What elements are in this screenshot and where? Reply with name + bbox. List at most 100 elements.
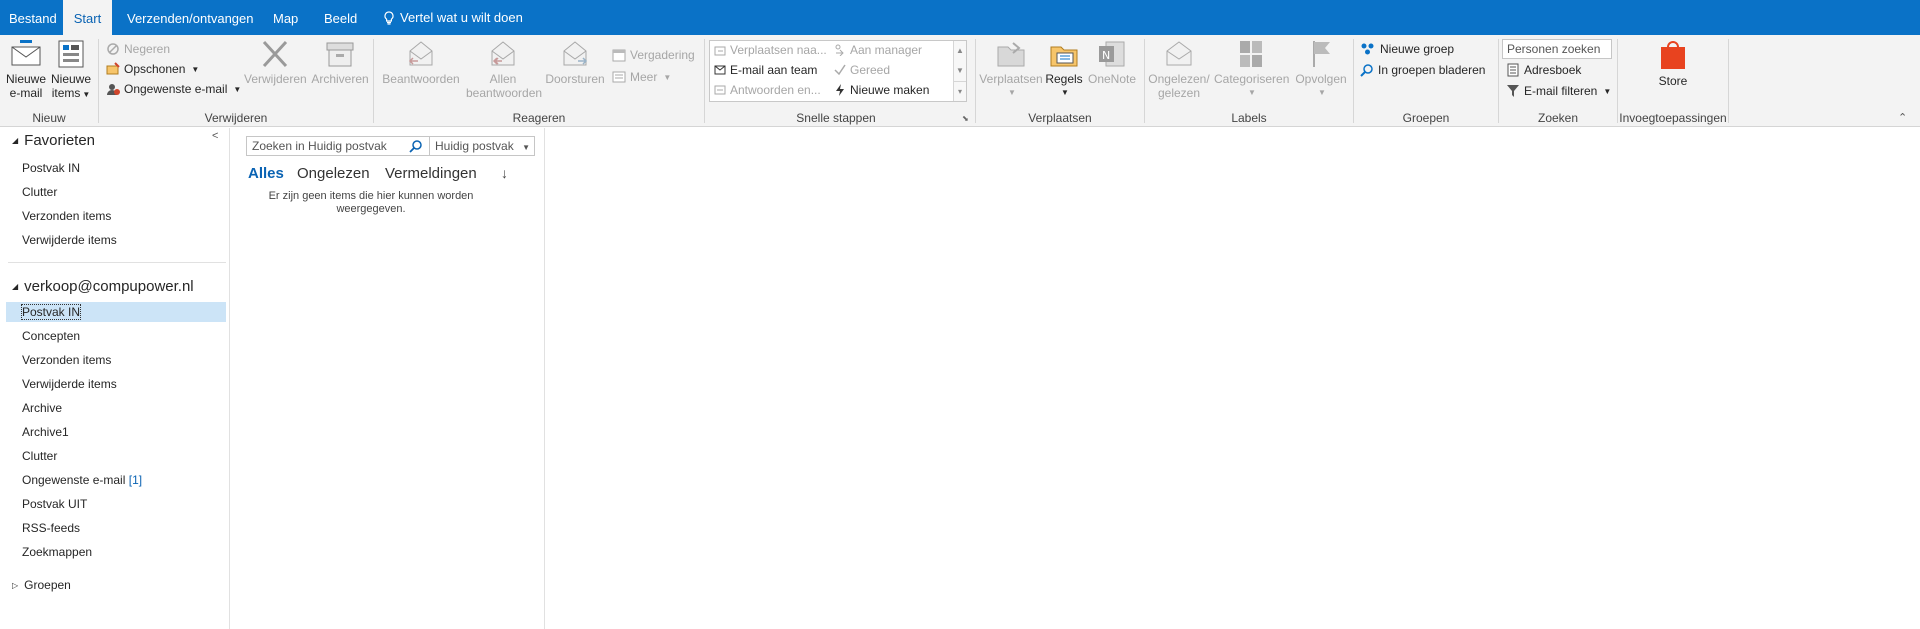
address-book-label: Adresboek xyxy=(1524,63,1582,77)
folder-item-verwijderd[interactable]: Verwijderde items xyxy=(22,374,117,394)
search-scope-value: Huidig postvak xyxy=(435,139,514,153)
group-label-invoegtoepassingen: Invoegtoepassingen xyxy=(1619,111,1727,125)
favorite-item-verwijderd[interactable]: Verwijderde items xyxy=(22,230,117,250)
quick-step-email-team[interactable]: E-mail aan team xyxy=(714,63,817,77)
archive-button[interactable]: Archiveren xyxy=(309,35,371,86)
sort-arrow-icon[interactable]: ↓ xyxy=(501,165,508,181)
filter-tab-all[interactable]: Alles xyxy=(248,165,284,182)
folder-item-archive1[interactable]: Archive1 xyxy=(22,422,69,442)
unread-count-badge: [1] xyxy=(128,473,143,487)
rules-dropdown-icon: ▼ xyxy=(1061,88,1069,97)
filter-tab-unread[interactable]: Ongelezen xyxy=(297,165,370,182)
ignore-button[interactable]: Negeren xyxy=(106,40,170,58)
tab-map[interactable]: Map xyxy=(264,0,307,35)
delete-x-icon xyxy=(262,40,288,68)
folder-item-archive[interactable]: Archive xyxy=(22,398,62,418)
folder-item-postvak-uit[interactable]: Postvak UIT xyxy=(22,494,87,514)
junk-label: Ongewenste e-mail xyxy=(124,82,228,96)
groups-header[interactable]: ▷ Groepen xyxy=(12,578,71,592)
quick-step-create-new[interactable]: Nieuwe maken xyxy=(834,83,929,97)
folder-item-zoekmappen[interactable]: Zoekmappen xyxy=(22,542,92,562)
quick-step-reply-delete[interactable]: Antwoorden en... xyxy=(714,83,821,97)
quick-steps-scroll[interactable]: ▲ ▼ ▾ xyxy=(953,41,966,101)
quick-step-to-manager[interactable]: Aan manager xyxy=(834,43,922,57)
favorites-header[interactable]: ◢ Favorieten xyxy=(12,132,95,149)
quick-step-label: Gereed xyxy=(850,63,891,77)
ignore-label: Negeren xyxy=(124,42,171,56)
account-header[interactable]: ◢ verkoop@compupower.nl xyxy=(12,278,194,295)
unread-read-label-1: Ongelezen/ xyxy=(1148,72,1210,86)
ribbon: Nieuwe e-mail Nieuwe items ▼ Nieuw Negere… xyxy=(0,35,1920,127)
tab-bestand[interactable]: Bestand xyxy=(0,0,66,35)
browse-groups-icon xyxy=(1360,64,1373,77)
scroll-up-icon[interactable]: ▲ xyxy=(954,41,966,61)
onenote-label: OneNote xyxy=(1087,72,1137,86)
dialog-launcher-icon[interactable]: ⬊ xyxy=(962,114,969,123)
forward-button[interactable]: Doorsturen xyxy=(542,35,608,86)
archive-icon xyxy=(326,42,354,67)
mailbox-search-input[interactable]: Zoeken in Huidig postvak xyxy=(246,136,430,156)
nav-divider xyxy=(8,262,226,263)
calendar-icon xyxy=(612,49,626,62)
filter-tab-mentions[interactable]: Vermeldingen xyxy=(385,165,477,182)
onenote-button[interactable]: N OneNote xyxy=(1084,35,1140,86)
junk-button[interactable]: Ongewenste e-mail ▼ xyxy=(106,80,241,98)
search-scope-dropdown[interactable]: Huidig postvak ▼ xyxy=(429,136,535,156)
store-label: Store xyxy=(1658,74,1688,88)
tell-me-search[interactable]: Vertel wat u wilt doen xyxy=(374,0,532,35)
filter-email-button[interactable]: E-mail filteren ▼ xyxy=(1506,82,1611,100)
quick-step-label: E-mail aan team xyxy=(730,63,818,77)
tab-beeld[interactable]: Beeld xyxy=(315,0,366,35)
new-email-button[interactable]: Nieuwe e-mail xyxy=(4,35,48,100)
new-email-label-2: e-mail xyxy=(9,86,43,100)
folder-item-clutter[interactable]: Clutter xyxy=(22,446,57,466)
rules-button[interactable]: Regels ▼ xyxy=(1044,35,1084,100)
more-quick-steps-icon[interactable]: ▾ xyxy=(954,81,966,101)
move-button[interactable]: Verplaatsen ▼ xyxy=(978,35,1044,100)
meeting-button[interactable]: Vergadering xyxy=(612,46,695,64)
new-email-label-1: Nieuwe xyxy=(5,72,47,86)
delete-button[interactable]: Verwijderen xyxy=(244,35,307,86)
collapse-ribbon-icon[interactable]: ⌃ xyxy=(1898,111,1907,124)
tab-start[interactable]: Start xyxy=(63,0,112,35)
new-group-button[interactable]: Nieuwe groep xyxy=(1360,40,1454,58)
reply-button[interactable]: Beantwoorden xyxy=(380,35,462,86)
unread-read-button[interactable]: Ongelezen/ gelezen xyxy=(1146,35,1212,100)
favorite-item-verzonden[interactable]: Verzonden items xyxy=(22,206,111,226)
folder-item-ongewenst[interactable]: Ongewenste e-mail [1] xyxy=(22,470,142,490)
more-button[interactable]: Meer ▼ xyxy=(612,68,671,86)
search-icon[interactable] xyxy=(409,139,423,153)
cleanup-button[interactable]: Opschonen ▼ xyxy=(106,60,199,78)
favorite-item-postvak-in[interactable]: Postvak IN xyxy=(22,158,80,178)
reply-delete-icon xyxy=(714,85,726,95)
quick-step-label: Antwoorden en... xyxy=(730,83,821,97)
folder-item-verzonden[interactable]: Verzonden items xyxy=(22,350,111,370)
browse-groups-button[interactable]: In groepen bladeren xyxy=(1360,61,1485,79)
folder-item-rss-feeds[interactable]: RSS-feeds xyxy=(22,518,80,538)
new-items-label-2: items ▼ xyxy=(51,86,91,100)
reply-all-button[interactable]: Allen beantwoorden xyxy=(466,35,542,100)
flag-icon xyxy=(1313,41,1330,67)
address-book-button[interactable]: Adresboek xyxy=(1506,61,1581,79)
reply-all-icon xyxy=(491,41,515,66)
reply-all-label-1: Allen xyxy=(489,72,517,86)
group-label-groepen: Groepen xyxy=(1402,111,1450,125)
message-list-pane: Zoeken in Huidig postvak Huidig postvak … xyxy=(231,128,545,629)
categorize-button[interactable]: Categoriseren ▼ xyxy=(1214,35,1289,100)
folder-item-concepten[interactable]: Concepten xyxy=(22,326,80,346)
quick-step-move-to[interactable]: Verplaatsen naa... xyxy=(714,43,827,57)
people-search-input[interactable]: Personen zoeken xyxy=(1502,39,1612,59)
new-items-button[interactable]: Nieuwe items ▼ xyxy=(50,35,92,102)
quick-step-done[interactable]: Gereed xyxy=(834,63,890,77)
followup-button[interactable]: Opvolgen ▼ xyxy=(1290,35,1352,100)
store-button[interactable]: Store xyxy=(1640,35,1706,88)
tab-verzenden-ontvangen[interactable]: Verzenden/ontvangen xyxy=(118,0,263,35)
folder-item-postvak-in[interactable]: Postvak IN xyxy=(6,302,226,322)
tell-me-label: Vertel wat u wilt doen xyxy=(400,10,523,25)
collapse-folder-pane-icon[interactable]: < xyxy=(212,130,218,142)
scroll-down-icon[interactable]: ▼ xyxy=(954,61,966,81)
group-label-zoeken: Zoeken xyxy=(1537,111,1579,125)
favorite-item-clutter[interactable]: Clutter xyxy=(22,182,57,202)
new-items-label-1: Nieuwe xyxy=(50,72,92,86)
filter-icon xyxy=(1507,85,1519,97)
